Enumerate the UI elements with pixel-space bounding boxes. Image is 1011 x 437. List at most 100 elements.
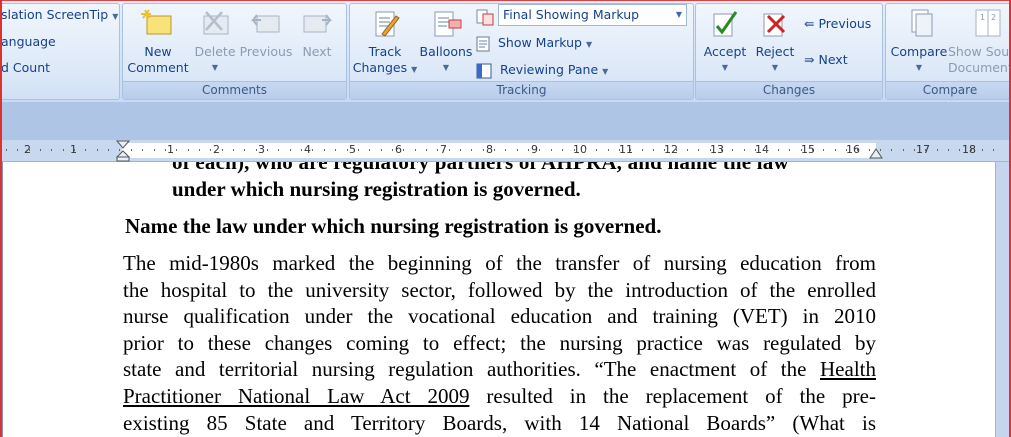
- ruler-number: 8: [486, 143, 493, 156]
- reject-label: Reject: [755, 44, 795, 59]
- ruler-tick: [948, 149, 949, 151]
- ruler-tick: [244, 149, 245, 151]
- ruler-tick: [596, 149, 597, 151]
- reviewing-pane-label: Reviewing Pane: [499, 62, 599, 77]
- compare-label: Compare: [890, 44, 948, 59]
- word-count-button[interactable]: d Count: [1, 60, 50, 75]
- show-markup-button[interactable]: Show Markup ▼: [476, 35, 592, 52]
- review-ribbon: slation ScreenTip ▼ anguage d Count New …: [0, 0, 1011, 102]
- track-changes-button[interactable]: Track Changes ▼: [352, 8, 418, 78]
- show-source-label-2: Document: [948, 60, 1011, 75]
- ruler-tick: [732, 149, 733, 151]
- ruler-frame: [0, 102, 1011, 140]
- ruler-tick: [517, 149, 518, 151]
- ruler-tick: [154, 149, 155, 151]
- translation-screentip-label: slation ScreenTip: [1, 7, 109, 22]
- chevron-down-icon: ▼: [675, 10, 682, 19]
- ruler-tick: [891, 149, 892, 151]
- ruler-tick: [676, 149, 677, 151]
- section-heading: Name the law under which nursing registr…: [125, 214, 662, 238]
- next-comment-button[interactable]: Next: [293, 8, 341, 60]
- track-changes-label-1: Track: [368, 44, 402, 59]
- horizontal-ruler[interactable]: 2 1 1 2 3 4 5 6 7 8 9 10 11 12 13 14 15 …: [0, 140, 1011, 162]
- new-comment-label-1: New: [144, 44, 172, 59]
- ruler-tick: [17, 149, 18, 151]
- delete-comment-icon: [203, 11, 229, 35]
- ruler-tick: [233, 149, 234, 151]
- compare-group-label: Compare: [886, 81, 1011, 99]
- compare-button[interactable]: Compare ▼: [888, 8, 950, 76]
- ruler-tick: [381, 149, 382, 151]
- paragraph-line: the hospital to the university sector, f…: [123, 277, 876, 302]
- ruler-tick: [766, 149, 767, 151]
- ruler-tick: [574, 149, 575, 151]
- ruler-tick: [630, 149, 631, 151]
- ruler-tick: [40, 149, 41, 151]
- ruler-tick: [710, 149, 711, 151]
- previous-change-button[interactable]: ⇚ Previous: [804, 16, 871, 31]
- ruler-tick: [664, 149, 665, 151]
- ruler-number: 4: [304, 143, 311, 156]
- paragraph-line: state and territorial nursing regulation…: [123, 356, 876, 383]
- markup-mode-dropdown[interactable]: Final Showing Markup ▼: [498, 4, 687, 26]
- ruler-tick: [857, 149, 858, 151]
- ruler-tick: [312, 149, 313, 151]
- changes-group: Accept ▼ Reject ▼ ⇚ Previous ⇛ Next Chan…: [695, 3, 883, 100]
- ruler-tick: [176, 149, 177, 151]
- ruler-tick: [869, 149, 870, 151]
- ruler-tick: [63, 149, 64, 151]
- chevron-down-icon: ▼: [211, 63, 219, 72]
- new-comment-button[interactable]: New Comment: [127, 8, 189, 76]
- accept-button[interactable]: Accept ▼: [700, 8, 750, 76]
- reject-button[interactable]: Reject ▼: [750, 8, 800, 76]
- reviewing-pane-icon: [476, 63, 492, 78]
- ruler-tick: [721, 149, 722, 151]
- vertical-scrollbar[interactable]: [995, 162, 1011, 437]
- ruler-tick: [222, 149, 223, 151]
- previous-comment-label: Previous: [239, 44, 293, 59]
- chevron-down-icon: ▼: [411, 65, 418, 74]
- next-comment-icon: [303, 14, 333, 33]
- show-source-documents-icon: 1 2: [975, 9, 1001, 37]
- ruler-tick: [142, 149, 143, 151]
- set-language-button[interactable]: anguage: [1, 34, 56, 49]
- svg-text:2: 2: [991, 13, 996, 22]
- next-change-label: Next: [818, 52, 848, 67]
- ruler-tick: [449, 149, 450, 151]
- ruler-tick: [959, 149, 960, 151]
- ruler-number: 6: [395, 143, 402, 156]
- reviewing-pane-button[interactable]: Reviewing Pane ▼: [476, 62, 608, 79]
- translation-screentip-button[interactable]: slation ScreenTip ▼: [1, 7, 118, 22]
- ruler-tick: [494, 149, 495, 151]
- document-page[interactable]: of each), who are regulatory partners of…: [2, 162, 996, 437]
- chevron-down-icon: ▼: [442, 63, 450, 72]
- ruler-number: 9: [531, 143, 538, 156]
- indent-marker-icon[interactable]: [116, 140, 130, 162]
- chevron-down-icon: ▼: [771, 63, 779, 72]
- paragraph-text: state and territorial nursing regulation…: [123, 357, 807, 382]
- new-comment-label-2: Comment: [127, 60, 189, 75]
- ruler-number: 2: [213, 143, 220, 156]
- ruler-tick: [301, 149, 302, 151]
- show-source-documents-button[interactable]: 1 2 Show Sour Document: [948, 8, 1011, 76]
- balloons-button[interactable]: Balloons ▼: [418, 8, 474, 76]
- ruler-tick: [971, 149, 972, 151]
- delete-comment-button[interactable]: Delete ▼: [191, 8, 239, 76]
- ruler-tick: [108, 149, 109, 151]
- paragraph-line: The mid-1980s marked the beginning of th…: [123, 251, 876, 275]
- ruler-tick: [426, 149, 427, 151]
- ruler-tick: [335, 149, 336, 151]
- compare-icon: [911, 9, 933, 37]
- ruler-tick: [471, 149, 472, 151]
- ruler-tick: [29, 149, 30, 151]
- previous-comment-button[interactable]: Previous: [239, 8, 293, 60]
- next-change-button[interactable]: ⇛ Next: [804, 52, 848, 67]
- compare-group: Compare ▼ 1 2 Show Sour Document Compare: [885, 3, 1011, 100]
- chevron-down-icon: ▼: [112, 12, 119, 21]
- ruler-tick: [642, 149, 643, 151]
- next-arrow-icon: ⇛: [804, 52, 815, 67]
- ruler-tick: [937, 149, 938, 151]
- ruler-tick: [85, 149, 86, 151]
- ruler-tick: [119, 149, 120, 151]
- paragraph-line: Practitioner National Law Act 2009 resul…: [123, 383, 876, 410]
